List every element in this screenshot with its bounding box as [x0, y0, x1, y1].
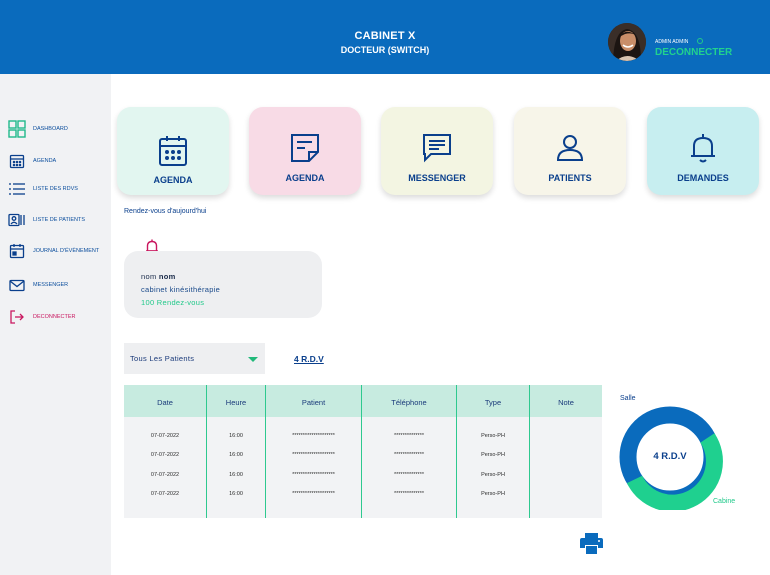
- card-patients[interactable]: PATIENTS: [514, 107, 626, 195]
- select-value: Tous Les Patients: [130, 354, 195, 363]
- cell-heure: 16:00: [229, 491, 243, 497]
- card-label: AGENDA: [285, 173, 325, 183]
- sidebar: DASHBOARD AGENDA LISTE DES RDVS LISTE DE…: [0, 74, 111, 575]
- card-agenda[interactable]: AGENDA: [117, 107, 229, 195]
- cell-telephone: **************: [394, 491, 424, 497]
- column-header-note[interactable]: Note: [530, 398, 602, 407]
- cell-heure: 16:00: [229, 433, 243, 439]
- sidebar-item-label: AGENDA: [33, 158, 57, 164]
- card-label: AGENDA: [153, 175, 193, 185]
- appointment-count: 100 Rendez-vous: [141, 298, 205, 307]
- dropdown-arrow-icon: [248, 357, 258, 362]
- user-icon: [514, 133, 626, 163]
- sidebar-item-rdvs[interactable]: LISTE DES RDVS: [8, 179, 111, 199]
- dashboard-icon: [8, 120, 26, 138]
- card-label: PATIENTS: [548, 173, 592, 183]
- calendar-icon: [117, 135, 229, 167]
- cell-date: 07-07-2022: [150, 472, 180, 478]
- note-icon: [249, 133, 361, 163]
- cell-patient: ********************: [292, 491, 335, 497]
- card-demandes[interactable]: DEMANDES: [647, 107, 759, 195]
- cell-patient: ********************: [292, 433, 335, 439]
- cell-telephone: **************: [394, 472, 424, 478]
- cell-heure: 16:00: [229, 452, 243, 458]
- sidebar-item-label: LISTE DES RDVS: [33, 186, 78, 192]
- today-title: Rendez-vous d'aujourd'hui: [124, 208, 207, 215]
- rdv-count-link[interactable]: 4 R.D.V: [294, 354, 324, 364]
- legend-salle: Salle: [620, 395, 636, 402]
- cell-heure: 16:00: [229, 472, 243, 478]
- column-header-type[interactable]: Type: [457, 398, 529, 407]
- column-header-telephone[interactable]: Téléphone: [362, 398, 456, 407]
- column-divider: [529, 385, 530, 518]
- card-label: DEMANDES: [677, 173, 729, 183]
- column-header-heure[interactable]: Heure: [207, 398, 265, 407]
- cell-telephone: **************: [394, 452, 424, 458]
- cabinet-name: cabinet kinésithérapie: [141, 285, 221, 294]
- sidebar-item-label: DECONNECTER: [33, 314, 76, 320]
- cell-patient: ********************: [292, 472, 335, 478]
- logout-icon: [8, 308, 26, 326]
- list-icon: [8, 180, 26, 198]
- sidebar-item-agenda[interactable]: AGENDA: [8, 151, 111, 171]
- sidebar-item-dashboard[interactable]: DASHBOARD: [8, 119, 111, 139]
- bell-icon: [647, 133, 759, 163]
- sidebar-item-patients[interactable]: LISTE DE PATIENTS: [8, 210, 111, 230]
- card-label: MESSENGER: [408, 173, 466, 183]
- logout-link[interactable]: DECONNECTER: [655, 47, 732, 58]
- patients-filter-select[interactable]: Tous Les Patients: [124, 343, 265, 374]
- cell-date: 07-07-2022: [150, 433, 180, 439]
- calendar-icon: [8, 152, 26, 170]
- cell-type: Perso-PH: [481, 472, 505, 478]
- cell-patient: ********************: [292, 452, 335, 458]
- sidebar-item-logout[interactable]: DECONNECTER: [8, 307, 111, 327]
- today-appointment-card[interactable]: nom nom cabinet kinésithérapie 100 Rende…: [124, 251, 322, 318]
- sidebar-item-journal[interactable]: JOURNAL D'ÉVÈNEMENT: [8, 241, 111, 261]
- journal-icon: [8, 242, 26, 260]
- table-header: Date Heure Patient Téléphone Type Note: [124, 385, 602, 417]
- patient-name: nom nom: [141, 272, 176, 281]
- cell-date: 07-07-2022: [150, 491, 180, 497]
- legend-cabine: Cabine: [713, 498, 736, 505]
- mail-icon: [8, 276, 26, 294]
- online-status-icon: [697, 38, 703, 44]
- sidebar-item-messenger[interactable]: MESSENGER: [8, 275, 111, 295]
- appointments-table: Date Heure Patient Téléphone Type Note 0…: [124, 385, 602, 518]
- card-agenda-notes[interactable]: AGENDA: [249, 107, 361, 195]
- cell-type: Perso-PH: [481, 452, 505, 458]
- patients-list-icon: [8, 211, 26, 229]
- print-icon[interactable]: [580, 533, 603, 559]
- sidebar-item-label: LISTE DE PATIENTS: [33, 217, 86, 223]
- card-messenger[interactable]: MESSENGER: [381, 107, 493, 195]
- chat-icon: [381, 133, 493, 163]
- sidebar-item-label: JOURNAL D'ÉVÈNEMENT: [33, 248, 100, 254]
- column-header-date[interactable]: Date: [124, 398, 206, 407]
- admin-name: ADMIN ADMIN: [655, 39, 689, 45]
- donut-center-label: 4 R.D.V: [653, 451, 687, 462]
- cell-type: Perso-PH: [481, 433, 505, 439]
- app-header: CABINET X DOCTEUR (SWITCH) ADMIN ADMIN D…: [0, 0, 770, 74]
- cell-telephone: **************: [394, 433, 424, 439]
- cell-type: Perso-PH: [481, 491, 505, 497]
- cell-date: 07-07-2022: [150, 452, 180, 458]
- sidebar-item-label: MESSENGER: [33, 282, 69, 288]
- column-header-patient[interactable]: Patient: [266, 398, 361, 407]
- avatar[interactable]: [608, 23, 646, 61]
- sidebar-item-label: DASHBOARD: [33, 126, 68, 132]
